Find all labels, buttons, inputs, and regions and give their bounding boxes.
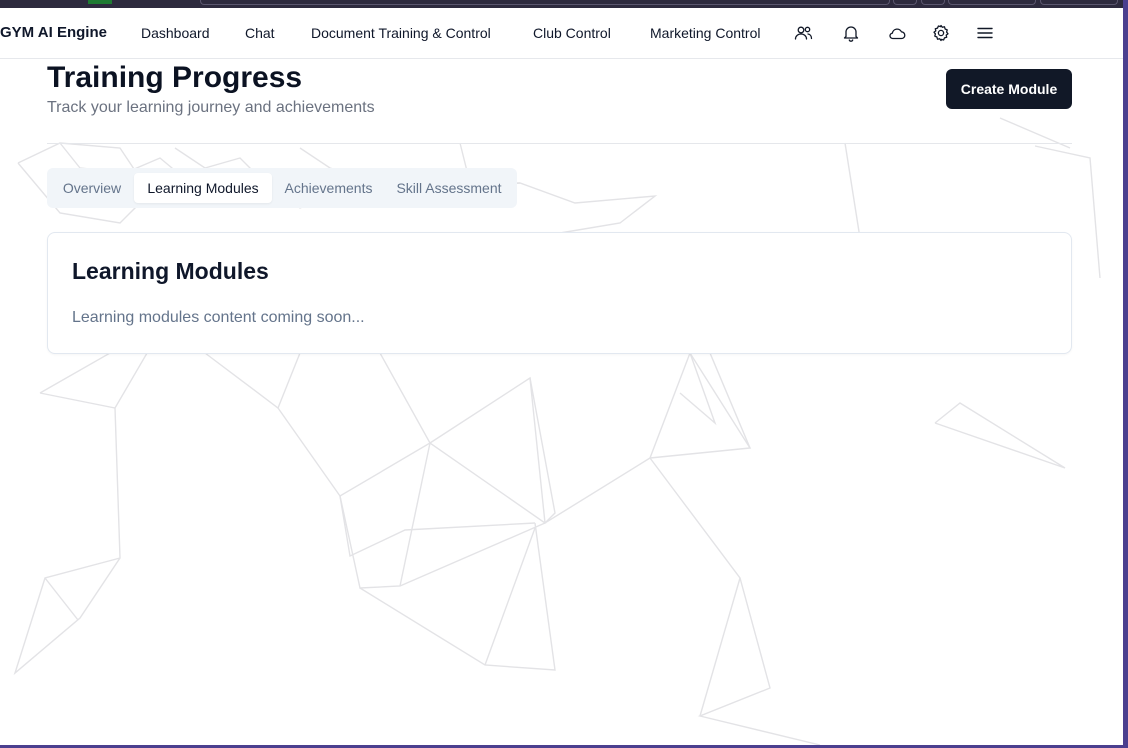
tab-overview[interactable]: Overview: [55, 173, 129, 203]
titlebar-button[interactable]: [948, 0, 1036, 5]
brand-logo[interactable]: GYM AI Engine: [0, 24, 107, 41]
tab-learning-modules[interactable]: Learning Modules: [134, 173, 272, 203]
bell-icon[interactable]: [841, 23, 861, 43]
titlebar-button[interactable]: [921, 0, 945, 5]
nav-item-marketing-control[interactable]: Marketing Control: [650, 25, 761, 41]
page-title: Training Progress: [47, 61, 303, 94]
app-window: GYM AI Engine Dashboard Chat Document Tr…: [0, 8, 1123, 745]
menu-icon[interactable]: [975, 23, 995, 43]
os-title-bar: [0, 0, 1128, 8]
learning-modules-card: Learning Modules Learning modules conten…: [47, 232, 1072, 354]
window-frame-right: [1123, 0, 1128, 748]
create-module-button[interactable]: Create Module: [946, 69, 1072, 109]
network-background: [13, 117, 1101, 745]
tab-list: Overview Learning Modules Achievements S…: [47, 168, 517, 208]
nav-item-chat[interactable]: Chat: [245, 25, 275, 41]
titlebar-button[interactable]: [1040, 0, 1118, 5]
tab-achievements[interactable]: Achievements: [276, 173, 381, 203]
nav-item-dashboard[interactable]: Dashboard: [141, 25, 210, 41]
card-body-text: Learning modules content coming soon...: [72, 309, 365, 326]
users-icon[interactable]: [793, 23, 813, 43]
card-title: Learning Modules: [72, 258, 269, 284]
header-divider: [47, 143, 1072, 144]
nav-item-document-training[interactable]: Document Training & Control: [311, 25, 491, 41]
address-bar[interactable]: [200, 0, 890, 5]
nav-item-club-control[interactable]: Club Control: [533, 25, 611, 41]
status-indicator: [88, 0, 112, 4]
gear-icon[interactable]: [931, 23, 951, 43]
titlebar-button[interactable]: [893, 0, 917, 5]
top-navigation: GYM AI Engine Dashboard Chat Document Tr…: [0, 8, 1123, 59]
cloud-icon[interactable]: [887, 23, 907, 43]
tab-skill-assessment[interactable]: Skill Assessment: [390, 173, 508, 203]
page-subtitle: Track your learning journey and achievem…: [47, 99, 375, 116]
